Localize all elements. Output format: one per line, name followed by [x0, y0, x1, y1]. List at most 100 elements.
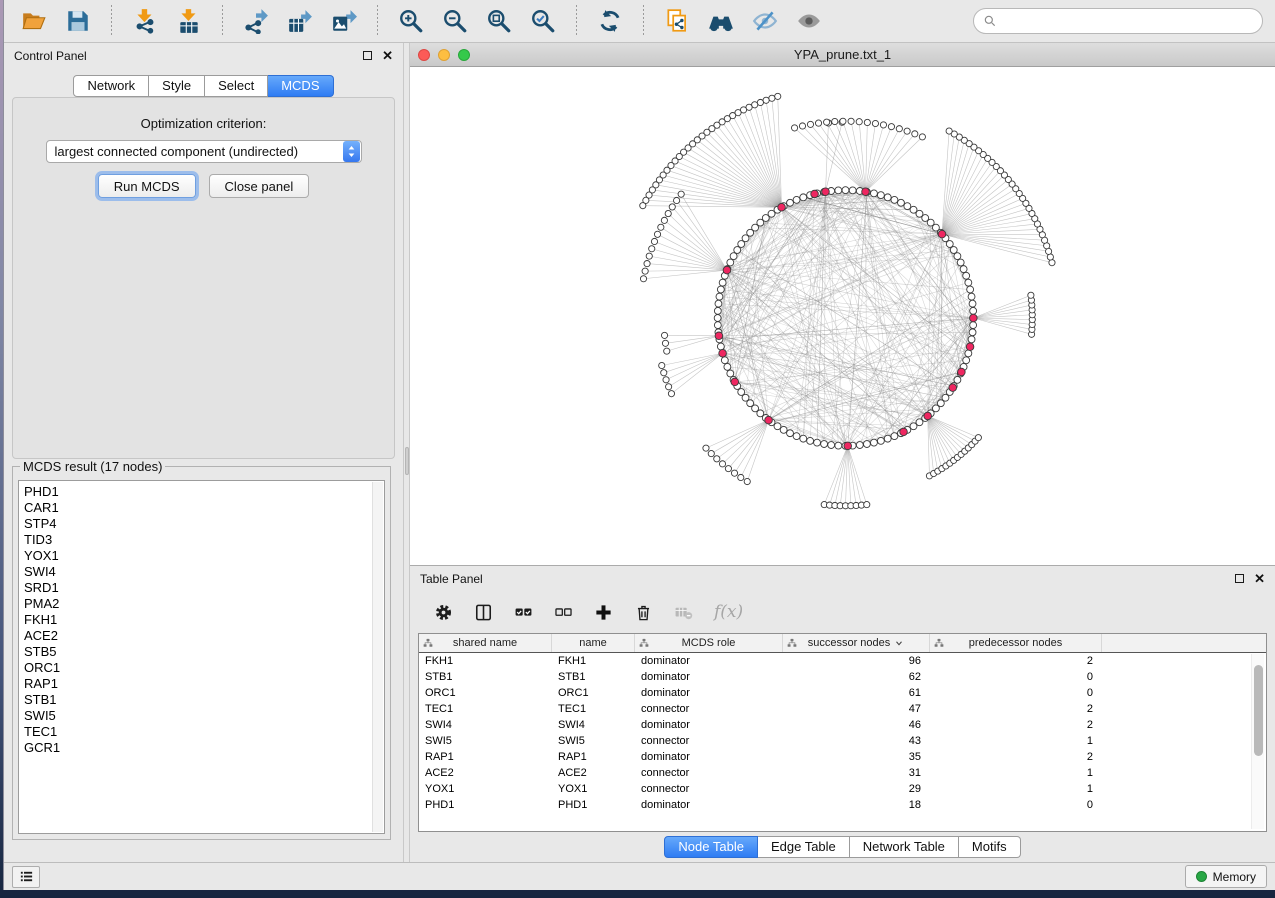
mcds-result-item[interactable]: RAP1 — [24, 676, 384, 692]
cell-shared-name: ACE2 — [419, 765, 552, 781]
cell-shared-name: TEC1 — [419, 701, 552, 717]
table-row[interactable]: SWI5SWI5connector431 — [419, 733, 1266, 749]
mcds-result-item[interactable]: SWI5 — [24, 708, 384, 724]
refresh-icon[interactable] — [592, 4, 628, 38]
table-row[interactable]: SWI4SWI4dominator462 — [419, 717, 1266, 733]
zoom-fit-icon[interactable] — [481, 4, 517, 38]
close-panel-icon[interactable]: ✕ — [382, 49, 393, 62]
tab-motifs[interactable]: Motifs — [959, 836, 1021, 858]
network-graph[interactable] — [410, 67, 1275, 565]
hide-selected-icon[interactable] — [747, 4, 783, 38]
window-zoom-button[interactable] — [458, 49, 470, 61]
criterion-select[interactable]: largest connected component (undirected) — [46, 140, 362, 163]
mcds-result-item[interactable]: PMA2 — [24, 596, 384, 612]
clone-network-icon[interactable] — [659, 4, 695, 38]
column-header-shared-name[interactable]: shared name — [419, 634, 552, 652]
table-scrollbar[interactable] — [1251, 654, 1264, 829]
toolbar-separator — [222, 5, 223, 37]
tab-network-table[interactable]: Network Table — [850, 836, 959, 858]
mcds-result-item[interactable]: TEC1 — [24, 724, 384, 740]
search-input[interactable] — [1002, 14, 1253, 29]
tab-select[interactable]: Select — [205, 75, 268, 97]
table-row[interactable]: YOX1YOX1connector291 — [419, 781, 1266, 797]
mcds-result-item[interactable]: ORC1 — [24, 660, 384, 676]
network-window-titlebar[interactable]: YPA_prune.txt_1 — [410, 43, 1275, 67]
column-header-name[interactable]: name — [552, 634, 635, 652]
tab-node-table[interactable]: Node Table — [664, 836, 758, 858]
select-all-columns-icon[interactable] — [514, 603, 533, 622]
mcds-result-list[interactable]: PHD1CAR1STP4TID3YOX1SWI4SRD1PMA2FKH1ACE2… — [18, 480, 385, 834]
run-mcds-button[interactable]: Run MCDS — [98, 174, 196, 198]
export-image-icon[interactable] — [326, 4, 362, 38]
table-scrollbar-thumb[interactable] — [1254, 665, 1263, 756]
cell-successor-nodes: 47 — [783, 701, 930, 717]
show-columns-icon[interactable] — [474, 603, 493, 622]
close-table-panel-icon[interactable]: ✕ — [1254, 572, 1265, 585]
mcds-result-item[interactable]: ACE2 — [24, 628, 384, 644]
table-tabbar: Node TableEdge TableNetwork TableMotifs — [410, 832, 1275, 862]
tab-mcds[interactable]: MCDS — [268, 75, 333, 97]
mcds-result-item[interactable]: YOX1 — [24, 548, 384, 564]
zoom-in-icon[interactable] — [393, 4, 429, 38]
zoom-selected-icon[interactable] — [525, 4, 561, 38]
result-list-scrollbar[interactable] — [372, 482, 383, 832]
create-column-icon[interactable] — [594, 603, 613, 622]
table-row[interactable]: RAP1RAP1dominator352 — [419, 749, 1266, 765]
column-header-predecessor-nodes[interactable]: predecessor nodes — [930, 634, 1102, 652]
table-row[interactable]: PHD1PHD1dominator180 — [419, 797, 1266, 813]
cell-MCDS-role: dominator — [635, 749, 783, 765]
cell-shared-name: STB1 — [419, 669, 552, 685]
memory-button[interactable]: Memory — [1185, 865, 1267, 888]
search-icon — [983, 14, 997, 28]
table-row[interactable]: TEC1TEC1connector472 — [419, 701, 1266, 717]
column-header-MCDS-role[interactable]: MCDS role — [635, 634, 783, 652]
save-session-icon[interactable] — [60, 4, 96, 38]
mcds-result-item[interactable]: STB5 — [24, 644, 384, 660]
function-builder-icon: f(x) — [714, 602, 743, 622]
search-box[interactable] — [973, 8, 1263, 34]
select-stepper-icon[interactable] — [343, 141, 360, 162]
mcds-result-item[interactable]: PHD1 — [24, 484, 384, 500]
table-row[interactable]: STB1STB1dominator620 — [419, 669, 1266, 685]
control-panel-title: Control Panel — [14, 49, 87, 63]
task-history-button[interactable] — [12, 866, 40, 888]
window-close-button[interactable] — [418, 49, 430, 61]
window-minimize-button[interactable] — [438, 49, 450, 61]
toolbar-separator — [111, 5, 112, 37]
table-row[interactable]: FKH1FKH1dominator962 — [419, 653, 1266, 669]
open-file-icon[interactable] — [16, 4, 52, 38]
cell-name: TEC1 — [552, 701, 635, 717]
close-panel-button[interactable]: Close panel — [209, 174, 310, 198]
mcds-result-item[interactable]: CAR1 — [24, 500, 384, 516]
table-row[interactable]: ORC1ORC1dominator610 — [419, 685, 1266, 701]
panel-splitter[interactable] — [403, 43, 410, 862]
zoom-out-icon[interactable] — [437, 4, 473, 38]
import-table-icon[interactable] — [171, 4, 207, 38]
network-canvas[interactable] — [410, 67, 1275, 565]
mcds-result-item[interactable]: STP4 — [24, 516, 384, 532]
cell-successor-nodes: 62 — [783, 669, 930, 685]
tab-style[interactable]: Style — [149, 75, 205, 97]
mcds-result-item[interactable]: SWI4 — [24, 564, 384, 580]
import-network-icon[interactable] — [127, 4, 163, 38]
deselect-all-columns-icon[interactable] — [554, 603, 573, 622]
mcds-result-item[interactable]: TID3 — [24, 532, 384, 548]
mcds-result-item[interactable]: STB1 — [24, 692, 384, 708]
first-neighbors-icon[interactable] — [703, 4, 739, 38]
splitter-grip[interactable] — [405, 447, 409, 475]
export-table-icon[interactable] — [282, 4, 318, 38]
mcds-result-item[interactable]: GCR1 — [24, 740, 384, 756]
float-panel-icon[interactable] — [363, 51, 372, 60]
table-settings-icon[interactable] — [434, 603, 453, 622]
show-all-icon[interactable] — [791, 4, 827, 38]
delete-column-icon[interactable] — [634, 603, 653, 622]
export-network-icon[interactable] — [238, 4, 274, 38]
tab-edge-table[interactable]: Edge Table — [758, 836, 850, 858]
tab-network[interactable]: Network — [73, 75, 149, 97]
mcds-result-group: MCDS result (17 nodes) PHD1CAR1STP4TID3Y… — [12, 466, 391, 840]
mcds-result-item[interactable]: SRD1 — [24, 580, 384, 596]
float-table-panel-icon[interactable] — [1235, 574, 1244, 583]
column-header-successor-nodes[interactable]: successor nodes — [783, 634, 930, 652]
mcds-result-item[interactable]: FKH1 — [24, 612, 384, 628]
table-row[interactable]: ACE2ACE2connector311 — [419, 765, 1266, 781]
